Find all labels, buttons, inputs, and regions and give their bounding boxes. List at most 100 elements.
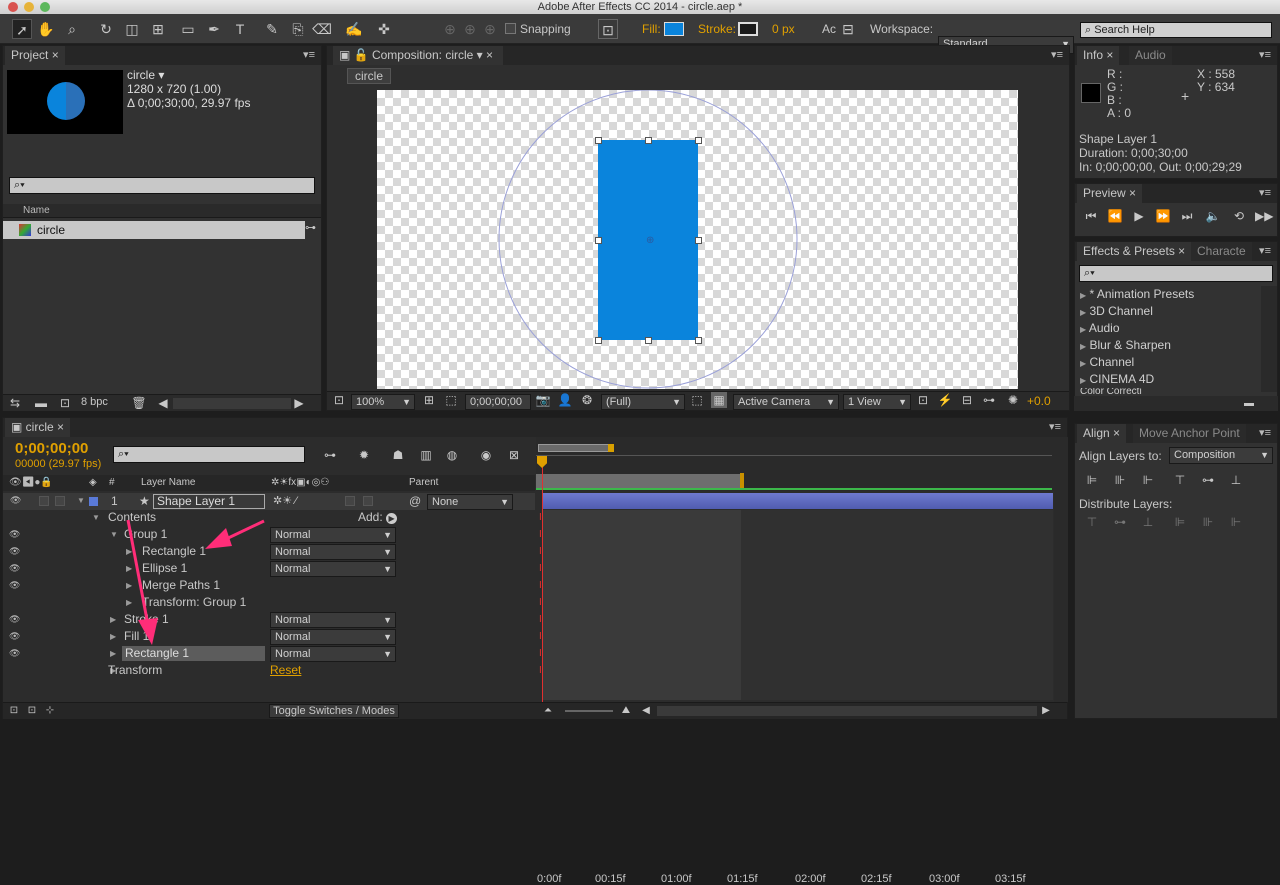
roto-brush-tool-icon[interactable]: ✍ (344, 19, 364, 39)
visibility-eye-icon[interactable]: 👁 (9, 560, 20, 577)
transform-handle[interactable] (695, 337, 702, 344)
align-horizontal-center-icon[interactable]: ⊪ (1111, 472, 1129, 488)
toggle-pixel-aspect-icon[interactable]: ⊡ (915, 392, 931, 408)
tree-row-ellipse-1[interactable]: 👁 ▶ Ellipse 1 Normal ▼ (2, 560, 534, 577)
new-folder-icon[interactable]: ▬ (1242, 396, 1256, 412)
transform-handle[interactable] (645, 137, 652, 144)
transform-handle[interactable] (695, 237, 702, 244)
add-shape-icon[interactable]: ⊟ (838, 19, 858, 39)
reset-transform-link[interactable]: Reset (270, 662, 301, 679)
tab-align[interactable]: Align × (1077, 424, 1127, 443)
magnification-dropdown[interactable]: 100% ▼ (351, 394, 415, 410)
stroke-width-value[interactable]: 0 px (772, 19, 795, 39)
snap-options-icon[interactable]: ⊡ (598, 19, 618, 39)
scroll-right-icon[interactable]: ▶ (291, 395, 307, 411)
col-layer-name[interactable]: Layer Name (141, 475, 195, 491)
previous-frame-icon[interactable]: ⏪ (1107, 208, 1123, 224)
fill-color-swatch[interactable] (664, 22, 684, 36)
close-window-button[interactable] (8, 2, 18, 12)
tree-row-group-1[interactable]: 👁 ▼ Group 1 Normal ▼ (2, 526, 534, 543)
zoom-in-icon[interactable]: ⛰ (619, 703, 633, 719)
axis-local-icon[interactable]: ⊕ (440, 19, 460, 39)
hand-tool-icon[interactable]: ✋ (36, 19, 56, 39)
audio-icon[interactable]: 🔈 (1205, 208, 1221, 224)
effects-category[interactable]: ▶ Audio (1080, 320, 1120, 337)
stroke-color-swatch[interactable] (738, 22, 758, 36)
play-icon[interactable]: ▶ (1131, 208, 1147, 224)
camera-tool-icon[interactable]: ◫ (122, 19, 142, 39)
transform-handle[interactable] (595, 137, 602, 144)
work-area-end-handle[interactable] (740, 473, 744, 489)
effects-category[interactable]: ▶ 3D Channel (1080, 303, 1153, 320)
comp-breadcrumb[interactable]: circle (347, 68, 392, 84)
new-composition-icon[interactable]: ⊡ (57, 395, 73, 411)
expand-triangle-icon[interactable]: ▶ (126, 577, 132, 594)
panel-menu-icon[interactable]: ▾≡ (1259, 244, 1271, 257)
lock-toggle[interactable] (55, 496, 65, 506)
expand-triangle-icon[interactable]: ▶ (110, 645, 116, 662)
blend-mode-dropdown[interactable]: Normal ▼ (270, 561, 396, 577)
in-out-pane-icon[interactable]: ⊹ (43, 703, 57, 719)
expand-triangle-icon[interactable]: ▼ (77, 496, 85, 505)
expand-triangle-icon[interactable]: ▶ (110, 611, 116, 628)
blend-mode-dropdown[interactable]: Normal ▼ (270, 527, 396, 543)
comp-mini-flowchart-icon[interactable]: ⊶ (319, 447, 341, 463)
visibility-eye-icon[interactable]: 👁 (9, 611, 20, 628)
exposure-value[interactable]: +0.0 (1027, 394, 1051, 408)
tree-row-stroke-1[interactable]: 👁 ▶ Stroke 1 Normal ▼ (2, 611, 534, 628)
effects-category[interactable]: ▶ * Animation Presets (1080, 286, 1194, 303)
align-vertical-center-icon[interactable]: ⊶ (1199, 472, 1217, 488)
distribute-bottom-icon[interactable]: ⊥ (1139, 514, 1157, 530)
panel-menu-icon[interactable]: ▾≡ (1259, 186, 1271, 199)
panel-menu-icon[interactable]: ▾≡ (303, 48, 315, 61)
visibility-eye-icon[interactable]: 👁 (9, 645, 20, 662)
view-layout-dropdown[interactable]: 1 View ▼ (843, 394, 911, 410)
tab-effects-presets[interactable]: Effects & Presets × (1077, 242, 1192, 261)
tab-project[interactable]: Project × (5, 46, 65, 65)
reset-exposure-icon[interactable]: ✺ (1005, 392, 1021, 408)
tab-timeline-circle[interactable]: ▣ circle × (5, 418, 71, 437)
snapshot-icon[interactable]: 📷 (535, 392, 551, 408)
fill-label[interactable]: Fill: (642, 19, 661, 39)
bit-depth[interactable]: 8 bpc (81, 396, 108, 408)
transform-handle[interactable] (595, 237, 602, 244)
camera-view-dropdown[interactable]: Active Camera ▼ (733, 394, 839, 410)
project-column-header[interactable]: Name (3, 204, 321, 218)
pan-behind-tool-icon[interactable]: ⊞ (148, 19, 168, 39)
visibility-eye-icon[interactable]: 👁 (9, 526, 20, 543)
trash-icon[interactable]: 🗑 (131, 395, 147, 411)
distribute-hcenter-icon[interactable]: ⊪ (1199, 514, 1217, 530)
tree-row-rectangle-1[interactable]: 👁 ▶ Rectangle 1 Normal ▼ (2, 543, 534, 560)
horizontal-scrollbar[interactable] (173, 398, 291, 409)
selection-tool-icon[interactable]: ➚ (12, 19, 32, 39)
ram-preview-icon[interactable]: ▶▶ (1255, 208, 1273, 224)
always-preview-icon[interactable]: ⊡ (331, 392, 347, 408)
expand-triangle-icon[interactable]: ▶ (110, 628, 116, 645)
first-frame-icon[interactable]: ⏮ (1083, 208, 1099, 224)
visibility-eye-icon[interactable]: 👁 (9, 628, 20, 645)
current-timecode[interactable]: 0;00;00;00 (15, 440, 88, 457)
effects-category[interactable]: Color Correcti (1080, 388, 1142, 396)
rotate-tool-icon[interactable]: ↻ (96, 19, 116, 39)
layer-duration-bar[interactable] (543, 493, 1053, 509)
transform-handle[interactable] (695, 137, 702, 144)
toggle-switches-modes-button[interactable]: Toggle Switches / Modes (269, 704, 399, 718)
panel-menu-icon[interactable]: ▾≡ (1259, 48, 1271, 61)
flowchart-icon[interactable]: ⊶ (981, 392, 997, 408)
project-search-input[interactable]: ⌕▾ (9, 177, 315, 194)
brainstorm-icon[interactable]: ◉ (475, 447, 497, 463)
project-item-circle[interactable]: circle (3, 221, 305, 239)
scroll-right-icon[interactable]: ▶ (1039, 703, 1053, 719)
motion-blur-icon[interactable]: ◍ (441, 447, 463, 463)
solo-toggle[interactable] (39, 496, 49, 506)
visibility-eye-icon[interactable]: 👁 (10, 495, 21, 506)
mask-visibility-icon[interactable]: ⬚ (443, 392, 459, 408)
timeline-search-input[interactable]: ⌕▾ (113, 446, 305, 463)
parent-dropdown[interactable]: None ▼ (427, 494, 513, 510)
show-snapshot-icon[interactable]: 👤 (557, 392, 573, 408)
clone-stamp-tool-icon[interactable]: ⎘ (288, 19, 308, 39)
layer-name-field[interactable]: Shape Layer 1 (153, 494, 265, 509)
scroll-left-icon[interactable]: ◀ (639, 703, 653, 719)
panel-menu-icon[interactable]: ▾≡ (1259, 426, 1271, 439)
region-of-interest-icon[interactable]: ⬚ (689, 392, 705, 408)
